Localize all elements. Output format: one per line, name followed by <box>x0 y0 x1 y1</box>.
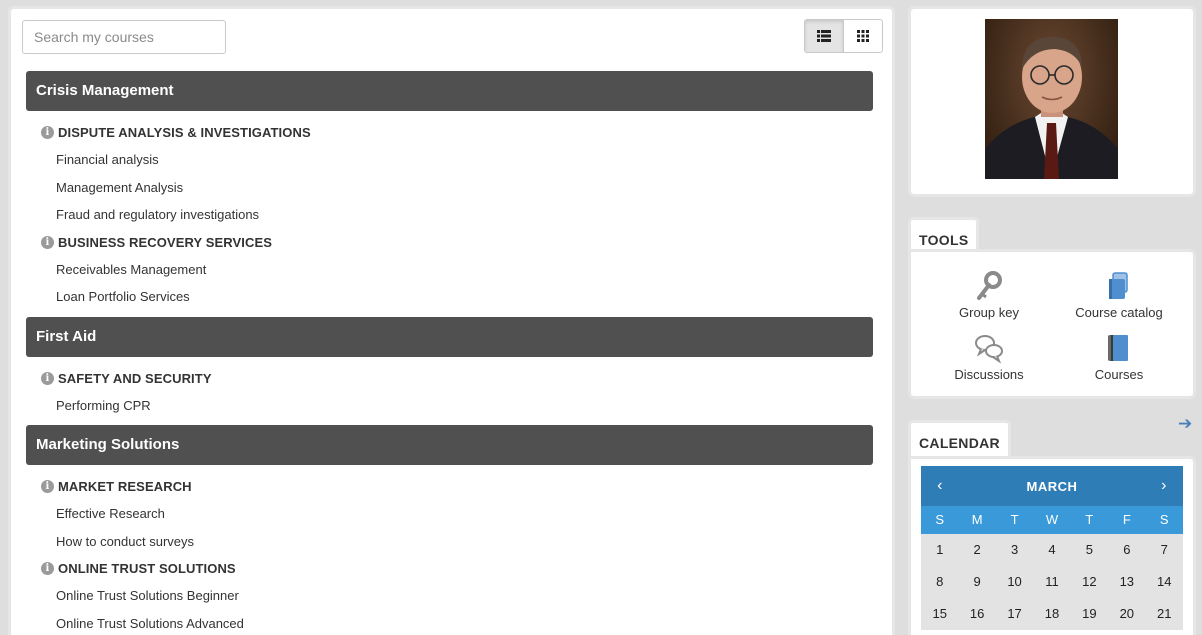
subcategory-title: ONLINE TRUST SOLUTIONS <box>58 561 236 576</box>
discussions-tool[interactable]: Discussions <box>924 332 1054 382</box>
calendar-day[interactable]: 4 <box>1033 534 1070 566</box>
calendar-day[interactable]: 17 <box>996 598 1033 630</box>
courses-tool[interactable]: Courses <box>1054 332 1184 382</box>
tool-label: Courses <box>1094 367 1144 382</box>
calendar-widget: ‹ MARCH › S M T W T F S 1 2 3 4 5 6 7 8 … <box>921 466 1183 630</box>
tool-label: Discussions <box>954 367 1024 382</box>
my-courses-panel: Crisis Management i DISPUTE ANALYSIS & I… <box>8 6 895 635</box>
group-key-tool[interactable]: Group key <box>924 270 1054 320</box>
courses-icon <box>1108 335 1128 361</box>
calendar-day[interactable]: 10 <box>996 566 1033 598</box>
subcategory-title: DISPUTE ANALYSIS & INVESTIGATIONS <box>58 125 311 140</box>
info-icon[interactable]: i <box>41 562 54 575</box>
course-list: Crisis Management i DISPUTE ANALYSIS & I… <box>26 71 873 635</box>
profile-photo[interactable] <box>985 19 1118 179</box>
calendar-weekdays: S M T W T F S <box>921 506 1183 534</box>
course-link[interactable]: Management Analysis <box>26 174 873 202</box>
catalog-icon <box>1109 272 1128 299</box>
category-header[interactable]: Crisis Management <box>26 71 873 111</box>
course-catalog-tool[interactable]: Course catalog <box>1054 270 1184 320</box>
search-courses-input[interactable] <box>22 20 226 54</box>
profile-panel <box>908 6 1196 197</box>
course-link[interactable]: How to conduct surveys <box>26 528 873 556</box>
calendar-day[interactable]: 9 <box>958 566 995 598</box>
weekday-label: F <box>1122 512 1131 527</box>
calendar-day[interactable]: 7 <box>1146 534 1183 566</box>
grid-view-button[interactable] <box>844 20 883 52</box>
calendar-day[interactable]: 12 <box>1071 566 1108 598</box>
subcategory-title: SAFETY AND SECURITY <box>58 370 212 386</box>
view-toggle <box>804 19 883 53</box>
key-icon <box>977 271 1002 300</box>
info-icon[interactable]: i <box>41 480 54 493</box>
subcategory-header[interactable]: i DISPUTE ANALYSIS & INVESTIGATIONS <box>26 119 873 146</box>
subcategory-header[interactable]: i SAFETY AND SECURITY <box>26 365 873 392</box>
list-view-icon <box>816 30 831 42</box>
calendar-day[interactable]: 2 <box>958 534 995 566</box>
subcategory-header[interactable]: i ONLINE TRUST SOLUTIONS <box>26 555 873 582</box>
course-link[interactable]: Fraud and regulatory investigations <box>26 201 873 229</box>
calendar-week: 1 2 3 4 5 6 7 <box>921 534 1183 566</box>
calendar-day[interactable]: 15 <box>921 598 958 630</box>
calendar-day[interactable]: 8 <box>921 566 958 598</box>
calendar-day[interactable]: 20 <box>1108 598 1145 630</box>
list-view-button[interactable] <box>805 20 844 52</box>
weekday-label: M <box>971 512 983 527</box>
calendar-day[interactable]: 11 <box>1033 566 1070 598</box>
weekday-label: T <box>1010 512 1019 527</box>
calendar-day[interactable]: 19 <box>1071 598 1108 630</box>
next-month-button[interactable]: › <box>1159 477 1169 495</box>
calendar-header: ‹ MARCH › <box>921 466 1183 506</box>
calendar-week: 15 16 17 18 19 20 21 <box>921 598 1183 630</box>
tools-panel: Group key Course catalog Discussions Cou… <box>908 249 1196 399</box>
weekday-label: S <box>935 512 945 527</box>
subcategory-header[interactable]: i MARKET RESEARCH <box>26 473 873 500</box>
calendar-day[interactable]: 21 <box>1146 598 1183 630</box>
calendar-day[interactable]: 16 <box>958 598 995 630</box>
grid-view-icon <box>856 30 869 42</box>
course-link[interactable]: Online Trust Solutions Beginner <box>26 582 873 610</box>
subcategory-header[interactable]: i BUSINESS RECOVERY SERVICES <box>26 229 873 256</box>
course-link[interactable]: Performing CPR <box>26 392 873 420</box>
calendar-day[interactable]: 18 <box>1033 598 1070 630</box>
calendar-week: 8 9 10 11 12 13 14 <box>921 566 1183 598</box>
tool-label: Group key <box>959 305 1019 320</box>
course-link[interactable]: Receivables Management <box>26 256 873 284</box>
category-header[interactable]: Marketing Solutions <box>26 425 873 465</box>
calendar-day[interactable]: 14 <box>1146 566 1183 598</box>
calendar-day[interactable]: 3 <box>996 534 1033 566</box>
prev-month-button[interactable]: ‹ <box>935 477 945 495</box>
calendar-day[interactable]: 6 <box>1108 534 1145 566</box>
discussions-icon <box>975 335 1003 364</box>
category-crisis-management: Crisis Management i DISPUTE ANALYSIS & I… <box>26 71 873 311</box>
subcategory-title: MARKET RESEARCH <box>58 479 192 494</box>
tool-label: Course catalog <box>1075 305 1163 320</box>
course-link[interactable]: Financial analysis <box>26 146 873 174</box>
category-marketing-solutions: Marketing Solutions i MARKET RESEARCH Ef… <box>26 425 873 635</box>
calendar-day[interactable]: 5 <box>1071 534 1108 566</box>
calendar-month: MARCH <box>1026 478 1078 494</box>
info-icon[interactable]: i <box>41 126 54 139</box>
category-first-aid: First Aid i SAFETY AND SECURITY Performi… <box>26 316 873 420</box>
weekday-label: T <box>1085 512 1094 527</box>
calendar-day[interactable]: 1 <box>921 534 958 566</box>
course-link[interactable]: Effective Research <box>26 500 873 528</box>
calendar-expand-arrow-icon[interactable]: ➔ <box>1178 414 1192 434</box>
course-link[interactable]: Online Trust Solutions Advanced <box>26 610 873 635</box>
calendar-day[interactable]: 13 <box>1108 566 1145 598</box>
info-icon[interactable]: i <box>41 235 54 249</box>
info-icon[interactable]: i <box>41 371 54 385</box>
weekday-label: W <box>1045 512 1059 527</box>
weekday-label: S <box>1159 512 1169 527</box>
calendar-grid: 1 2 3 4 5 6 7 8 9 10 11 12 13 14 15 16 1… <box>921 534 1183 630</box>
course-link[interactable]: Loan Portfolio Services <box>26 283 873 311</box>
subcategory-title: BUSINESS RECOVERY SERVICES <box>58 234 273 250</box>
category-header[interactable]: First Aid <box>26 316 873 357</box>
